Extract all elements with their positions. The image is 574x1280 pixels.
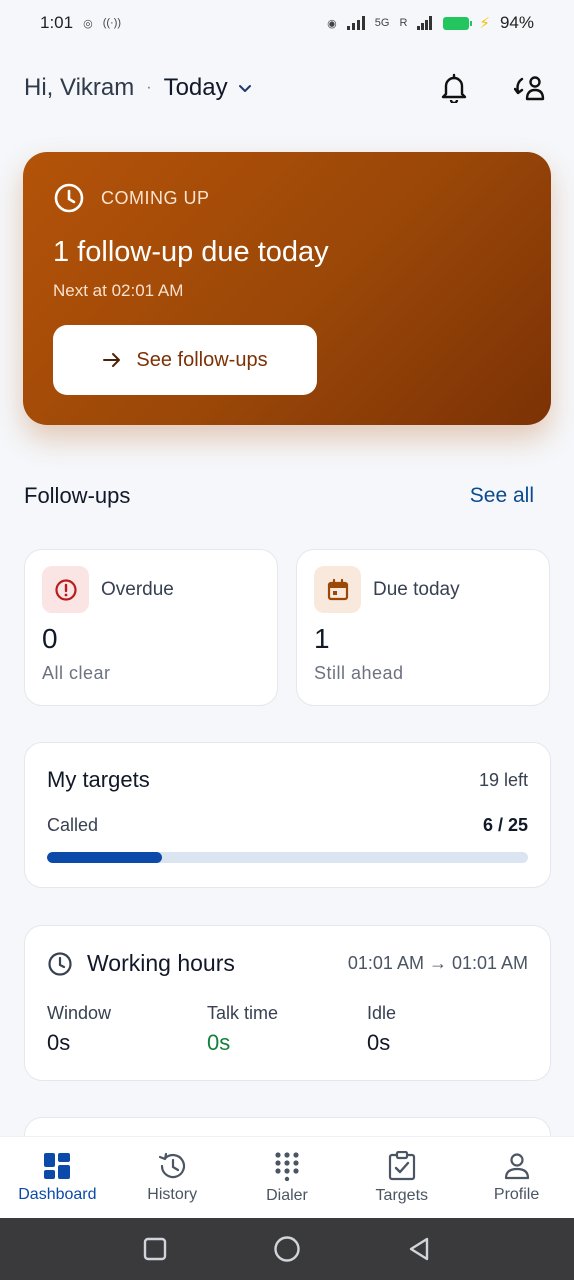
overdue-count: 0 bbox=[42, 623, 58, 654]
clock-icon bbox=[48, 951, 72, 976]
metric-label: Idle bbox=[367, 1003, 397, 1023]
targets-card[interactable]: My targets 19 left Called 6 / 25 bbox=[24, 742, 551, 888]
targets-progress-bar bbox=[47, 852, 528, 863]
metric-value: 0s bbox=[367, 1030, 391, 1055]
see-followups-button[interactable]: See follow-ups bbox=[53, 325, 317, 395]
called-value: 6 / 25 bbox=[482, 815, 528, 835]
overdue-label: Overdue bbox=[101, 578, 174, 600]
nav-label: History bbox=[147, 1185, 198, 1203]
called-label: Called bbox=[47, 815, 99, 835]
nav-history[interactable]: History bbox=[115, 1152, 229, 1204]
network-type: 5G bbox=[374, 17, 390, 29]
period-selector[interactable]: Today bbox=[164, 74, 228, 102]
greeting-separator: · bbox=[146, 79, 152, 96]
followups-header: Follow-ups See all bbox=[24, 476, 534, 516]
see-all-link[interactable]: See all bbox=[470, 484, 534, 508]
metric-label: Window bbox=[47, 1003, 112, 1023]
person-icon bbox=[504, 1152, 529, 1179]
chevron-down-icon[interactable] bbox=[238, 81, 252, 95]
metric-window: Window 0s bbox=[47, 1003, 207, 1056]
app-header: Hi, Vikram · Today bbox=[24, 66, 550, 110]
nav-label: Dashboard bbox=[18, 1185, 97, 1203]
dialpad-icon bbox=[275, 1151, 299, 1181]
due-today-note: Still ahead bbox=[314, 663, 404, 683]
metric-value: 0s bbox=[207, 1030, 231, 1055]
nav-label: Targets bbox=[375, 1186, 429, 1204]
alert-circle-icon bbox=[42, 566, 89, 613]
calendar-icon bbox=[314, 566, 361, 613]
hotspot-icon: ((·)) bbox=[102, 17, 122, 29]
arrow-right-icon bbox=[103, 353, 121, 367]
history-icon bbox=[159, 1152, 186, 1178]
nav-dashboard[interactable]: Dashboard bbox=[0, 1152, 114, 1204]
overdue-card[interactable]: Overdue 0 All clear bbox=[24, 549, 278, 706]
metric-idle: Idle 0s bbox=[367, 1003, 527, 1056]
recents-icon[interactable] bbox=[143, 1237, 167, 1261]
roaming-indicator: R bbox=[399, 17, 408, 29]
working-hours-card[interactable]: Working hours 01:01 AM → 01:01 AM Window… bbox=[24, 925, 551, 1081]
greeting-text: Hi, Vikram bbox=[24, 74, 135, 101]
coming-up-card: COMING UP 1 follow-up due today Next at … bbox=[23, 152, 551, 425]
metric-talk-time: Talk time 0s bbox=[207, 1003, 367, 1056]
metric-label: Talk time bbox=[207, 1003, 279, 1023]
due-today-count: 1 bbox=[314, 623, 330, 654]
location-icon: ◎ bbox=[83, 17, 93, 30]
system-nav-bar bbox=[0, 1218, 574, 1280]
nav-targets[interactable]: Targets bbox=[345, 1150, 459, 1205]
due-today-card[interactable]: Due today 1 Still ahead bbox=[296, 549, 550, 706]
greeting: Hi, Vikram · Today bbox=[24, 74, 252, 102]
signal-icon bbox=[346, 16, 365, 30]
coming-up-title: 1 follow-up due today bbox=[53, 236, 329, 268]
nav-dialer[interactable]: Dialer bbox=[230, 1151, 344, 1205]
signal-icon-2 bbox=[417, 16, 433, 30]
clock-icon bbox=[54, 183, 84, 213]
status-time: 1:01 bbox=[40, 13, 74, 32]
bottom-nav: Dashboard History Dialer Targets Profile bbox=[0, 1136, 574, 1218]
nav-label: Profile bbox=[493, 1185, 540, 1203]
working-hours-title: Working hours bbox=[87, 950, 235, 976]
wifi-calling-icon: ◉ bbox=[327, 17, 337, 30]
dashboard-icon bbox=[44, 1152, 71, 1179]
due-today-label: Due today bbox=[373, 578, 460, 600]
status-bar: 1:01 ◎ ((·)) ◉ 5G R ⚡ 94% bbox=[0, 0, 574, 46]
clipboard-check-icon bbox=[388, 1150, 415, 1180]
metric-value: 0s bbox=[47, 1030, 71, 1055]
targets-title: My targets bbox=[47, 767, 150, 792]
coming-up-label: COMING UP bbox=[101, 187, 210, 208]
home-icon[interactable] bbox=[273, 1235, 301, 1263]
see-followups-label: See follow-ups bbox=[136, 348, 268, 371]
bell-icon[interactable] bbox=[440, 73, 468, 103]
targets-remaining: 19 left bbox=[478, 769, 528, 790]
nav-label: Dialer bbox=[266, 1186, 308, 1204]
battery-icon bbox=[443, 16, 473, 30]
followups-title: Follow-ups bbox=[24, 483, 131, 508]
overdue-note: All clear bbox=[42, 663, 111, 683]
coming-up-subtitle: Next at 02:01 AM bbox=[53, 281, 184, 300]
working-hours-range: 01:01 AM → 01:01 AM bbox=[347, 953, 528, 973]
charging-icon: ⚡ bbox=[479, 15, 490, 32]
targets-progress-fill bbox=[47, 852, 163, 863]
back-icon[interactable] bbox=[407, 1237, 431, 1261]
nav-profile[interactable]: Profile bbox=[460, 1152, 574, 1204]
battery-level: 94% bbox=[499, 13, 534, 32]
swap-user-icon[interactable] bbox=[514, 74, 546, 102]
